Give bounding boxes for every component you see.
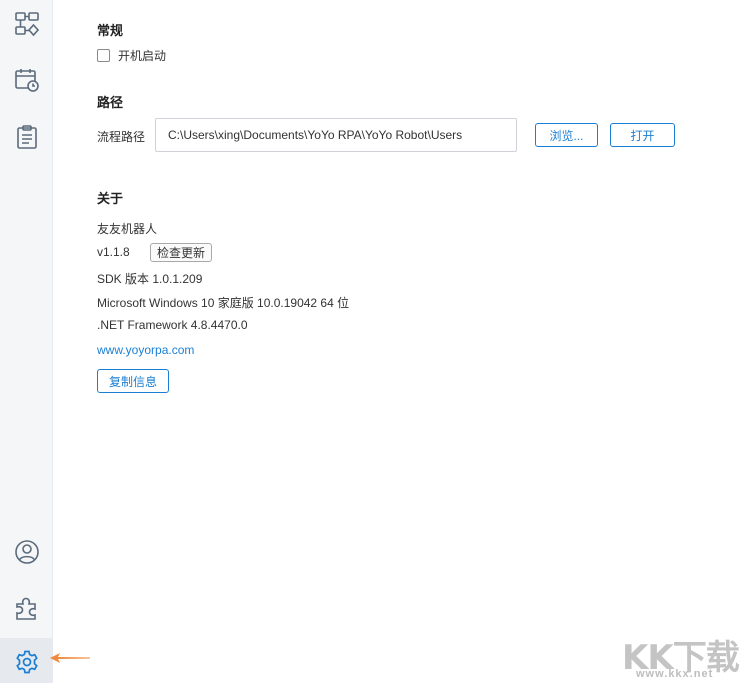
settings-panel: 常规 开机启动 路径 流程路径 浏览... 打开 关于 友友机器人 v1.1.8… bbox=[53, 0, 741, 683]
sidebar-item-schedule[interactable] bbox=[0, 56, 53, 104]
os-info: Microsoft Windows 10 家庭版 10.0.19042 64 位 bbox=[97, 296, 350, 310]
browse-button[interactable]: 浏览... bbox=[535, 123, 598, 147]
section-title-about: 关于 bbox=[97, 191, 124, 206]
sdk-version: SDK 版本 1.0.1.209 bbox=[97, 272, 203, 286]
app-name: 友友机器人 bbox=[97, 222, 158, 236]
website-link[interactable]: www.yoyorpa.com bbox=[97, 343, 194, 357]
section-title-path: 路径 bbox=[97, 95, 124, 110]
copy-info-button[interactable]: 复制信息 bbox=[97, 369, 169, 393]
dotnet-info: .NET Framework 4.8.4470.0 bbox=[97, 318, 248, 332]
puzzle-icon bbox=[15, 597, 36, 620]
app-version: v1.1.8 bbox=[97, 245, 130, 259]
autostart-label: 开机启动 bbox=[118, 49, 167, 63]
clipboard-icon bbox=[16, 125, 37, 149]
sidebar bbox=[0, 0, 53, 683]
sidebar-item-plugins[interactable] bbox=[0, 584, 53, 632]
sidebar-item-flows[interactable] bbox=[0, 0, 53, 48]
sidebar-item-account[interactable] bbox=[0, 528, 53, 576]
watermark-url: www.kkx.net bbox=[636, 668, 714, 680]
gear-icon bbox=[15, 650, 38, 674]
user-icon bbox=[14, 540, 39, 564]
flowchart-icon bbox=[14, 12, 39, 37]
checkbox-box[interactable] bbox=[97, 49, 110, 62]
sidebar-item-logs[interactable] bbox=[0, 113, 53, 161]
open-button[interactable]: 打开 bbox=[610, 123, 675, 147]
flow-path-label: 流程路径 bbox=[97, 130, 146, 144]
section-title-general: 常规 bbox=[97, 23, 124, 38]
calendar-clock-icon bbox=[14, 69, 39, 92]
check-update-button[interactable]: 检查更新 bbox=[150, 243, 213, 262]
sidebar-item-settings[interactable] bbox=[0, 638, 53, 683]
watermark: KK下载 www.kkx.net bbox=[622, 630, 740, 682]
flow-path-input[interactable] bbox=[155, 118, 517, 152]
autostart-checkbox[interactable]: 开机启动 bbox=[97, 47, 166, 64]
